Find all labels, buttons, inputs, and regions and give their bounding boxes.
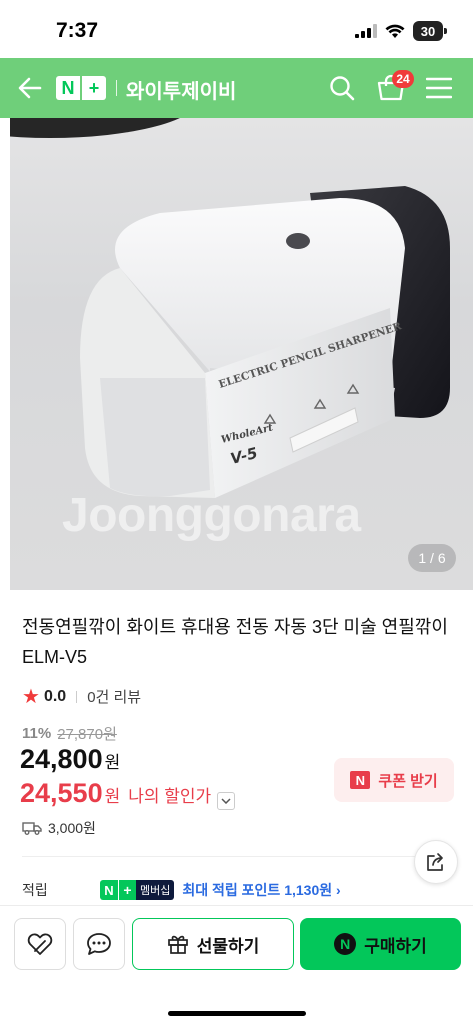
shipping-row: 3,000원 [22, 818, 96, 838]
back-arrow-icon[interactable] [16, 74, 44, 102]
top-header: N + 와이투제이비 [0, 58, 473, 118]
status-icons: 30 [355, 21, 447, 41]
points-label: 적립 [22, 882, 48, 898]
naver-pay-icon: N [334, 933, 357, 955]
logo-plus: + [80, 76, 106, 100]
chevron-down-icon[interactable] [217, 792, 236, 810]
gift-icon [167, 935, 188, 954]
gift-label: 선물하기 [196, 936, 260, 956]
my-price-currency: 원 [104, 787, 121, 806]
logo-n: N [61, 77, 75, 98]
buy-button[interactable]: N 구매하기 [300, 918, 461, 970]
search-icon[interactable] [328, 74, 356, 102]
chat-bubble-icon [87, 933, 111, 955]
product-title: 전동연필깎이 화이트 휴대용 전동 자동 3단 미술 연필깎이 ELM-V5 [22, 617, 448, 667]
signal-icon [355, 24, 377, 38]
naver-plus-logo[interactable]: N + [56, 76, 106, 100]
sale-price-currency: 원 [104, 753, 121, 772]
points-row[interactable]: 적립 N + 멤버십 최대 적립 포인트 1,130원 › [22, 880, 462, 900]
my-price-value: 24,550 [20, 778, 103, 808]
original-price: 27,870원 [57, 726, 117, 743]
coupon-label: 쿠폰 받기 [378, 772, 438, 790]
my-price-label: 나의 할인가 [128, 787, 212, 806]
gift-button[interactable]: 선물하기 [132, 918, 294, 970]
star-icon: ★ [22, 686, 40, 708]
shipping-fee: 3,000원 [48, 820, 96, 836]
status-bar: 7:37 30 [0, 0, 473, 58]
hamburger-menu-icon[interactable] [426, 76, 452, 100]
coupon-icon: N [350, 771, 371, 789]
rating-divider [76, 690, 78, 703]
wishlist-button[interactable] [14, 918, 66, 970]
coupon-button[interactable]: N 쿠폰 받기 [334, 758, 454, 802]
wifi-icon [385, 24, 405, 38]
badge-n: N [100, 880, 118, 900]
sale-price-value: 24,800 [20, 744, 103, 774]
discount-row: 11% 27,870원 [22, 723, 117, 744]
buy-label: 구매하기 [364, 936, 427, 956]
my-discount-price: 24,550 원 나의 할인가 [20, 778, 236, 810]
discount-percent: 11% [22, 725, 52, 742]
store-name[interactable]: 와이투제이비 [126, 75, 236, 104]
heart-pen-icon [27, 933, 53, 955]
share-icon [427, 853, 443, 871]
section-divider [22, 856, 452, 857]
cart-count-badge: 24 [392, 70, 414, 88]
status-time: 7:37 [56, 19, 99, 42]
delivery-truck-icon [22, 822, 42, 835]
naver-plus-membership-badge: N + 멤버십 [100, 880, 175, 900]
max-points-text[interactable]: 최대 적립 포인트 1,130원 › [182, 880, 340, 900]
talk-button[interactable] [73, 918, 125, 970]
badge-membership: 멤버십 [136, 880, 175, 900]
rating-score: 0.0 [43, 687, 67, 705]
rating-row[interactable]: ★ 0.0 0건 리뷰 [22, 684, 141, 709]
image-counter: 1 / 6 [408, 544, 456, 572]
bottom-action-bar: 선물하기 N 구매하기 [0, 905, 473, 1024]
battery-level: 30 [420, 23, 436, 39]
badge-plus: + [118, 880, 136, 900]
watermark: Joonggonara [62, 489, 361, 542]
home-indicator [168, 1011, 306, 1016]
review-count[interactable]: 0건 리뷰 [87, 686, 141, 707]
product-image[interactable]: ELECTRIC PENCIL SHARPENER WholeArt V-5 J… [10, 118, 473, 590]
sale-price: 24,800 원 [20, 744, 120, 775]
share-button[interactable] [414, 840, 458, 884]
header-divider [116, 80, 117, 96]
battery-icon: 30 [413, 21, 447, 41]
